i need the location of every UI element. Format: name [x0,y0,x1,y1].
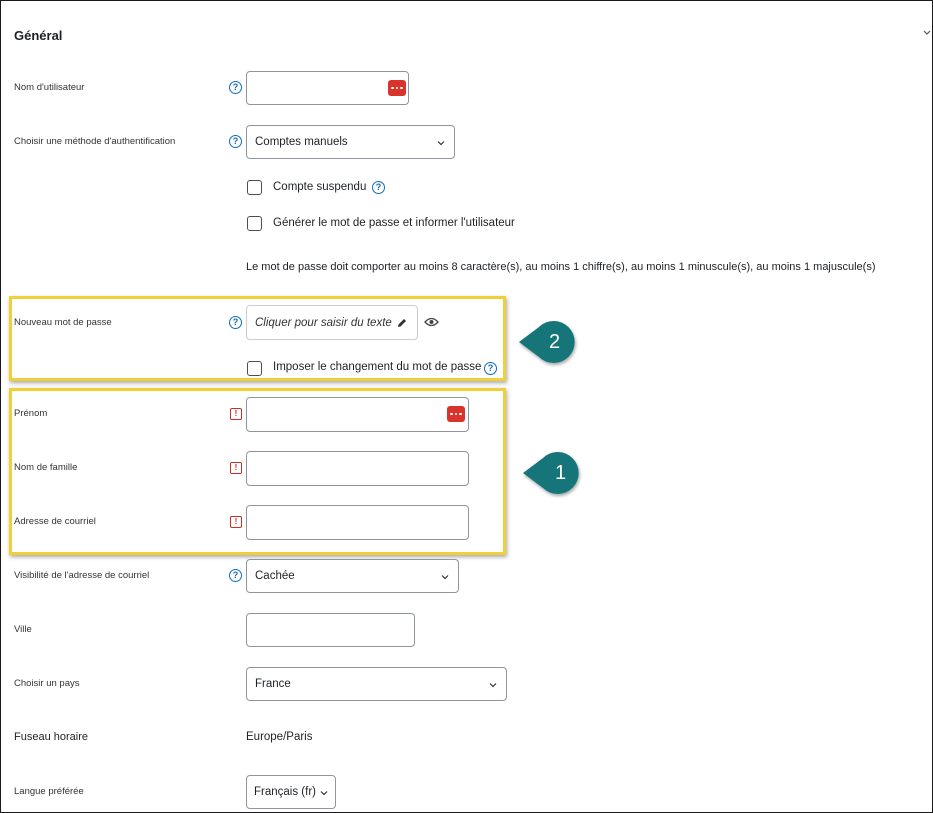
chevron-down-icon [320,791,328,796]
chevron-down-icon [489,683,497,688]
firstname-input[interactable] [246,397,469,432]
firstname-label: Prénom [14,408,48,419]
callout-number-2: 2 [549,331,561,353]
pencil-icon [397,318,406,327]
new-password-inplace-editable[interactable]: Cliquer pour saisir du texte [246,305,418,340]
auth-method-label: Choisir une méthode d'authentification [14,136,176,147]
chevron-down-icon [441,575,449,580]
lastname-label: Nom de famille [14,462,78,473]
help-icon[interactable]: ? [229,81,242,94]
suspended-checkbox[interactable] [247,180,262,195]
auth-method-value: Comptes manuels [255,136,348,148]
chevron-down-icon [437,141,445,146]
more-dots-icon[interactable] [447,406,465,422]
language-select[interactable]: Français (fr) [246,775,336,809]
suspended-label: Compte suspendu [273,181,367,193]
email-input[interactable] [246,505,469,540]
section-title: Général [14,28,63,43]
new-password-label: Nouveau mot de passe [14,317,112,328]
help-icon[interactable]: ? [484,362,497,375]
city-input[interactable] [246,613,415,647]
help-icon[interactable]: ? [229,569,242,582]
new-password-placeholder: Cliquer pour saisir du texte [255,316,392,329]
help-icon[interactable]: ? [229,135,242,148]
country-select[interactable]: France [246,667,507,701]
auth-method-select[interactable]: Comptes manuels [246,125,455,159]
timezone-value: Europe/Paris [246,731,313,743]
username-label: Nom d'utilisateur [14,82,85,93]
required-icon: ! [230,462,242,474]
force-password-change-checkbox[interactable] [247,361,262,376]
city-label: Ville [14,624,32,635]
email-visibility-select[interactable]: Cachée [246,559,459,593]
email-label: Adresse de courriel [14,516,96,527]
email-visibility-label: Visibilité de l'adresse de courriel [14,570,150,581]
force-password-change-label: Imposer le changement du mot de passe [273,361,482,373]
country-label: Choisir un pays [14,678,80,689]
email-visibility-value: Cachée [255,570,295,582]
timezone-label: Fuseau horaire [14,731,88,743]
help-icon[interactable]: ? [372,181,385,194]
language-label: Langue préférée [14,786,84,797]
more-dots-icon[interactable] [388,80,406,96]
lastname-input[interactable] [246,451,469,486]
required-icon: ! [230,408,242,420]
username-input[interactable] [246,71,409,105]
language-value: Français (fr) [254,786,316,798]
eye-icon[interactable] [424,316,439,328]
required-icon: ! [230,516,242,528]
generate-password-checkbox[interactable] [247,216,262,231]
collapse-chevron-icon[interactable] [922,26,932,40]
country-value: France [255,678,291,690]
password-policy-text: Le mot de passe doit comporter au moins … [246,261,876,273]
generate-password-label: Générer le mot de passe et informer l'ut… [273,217,515,229]
callout-number-1: 1 [555,462,567,484]
help-icon[interactable]: ? [229,316,242,329]
